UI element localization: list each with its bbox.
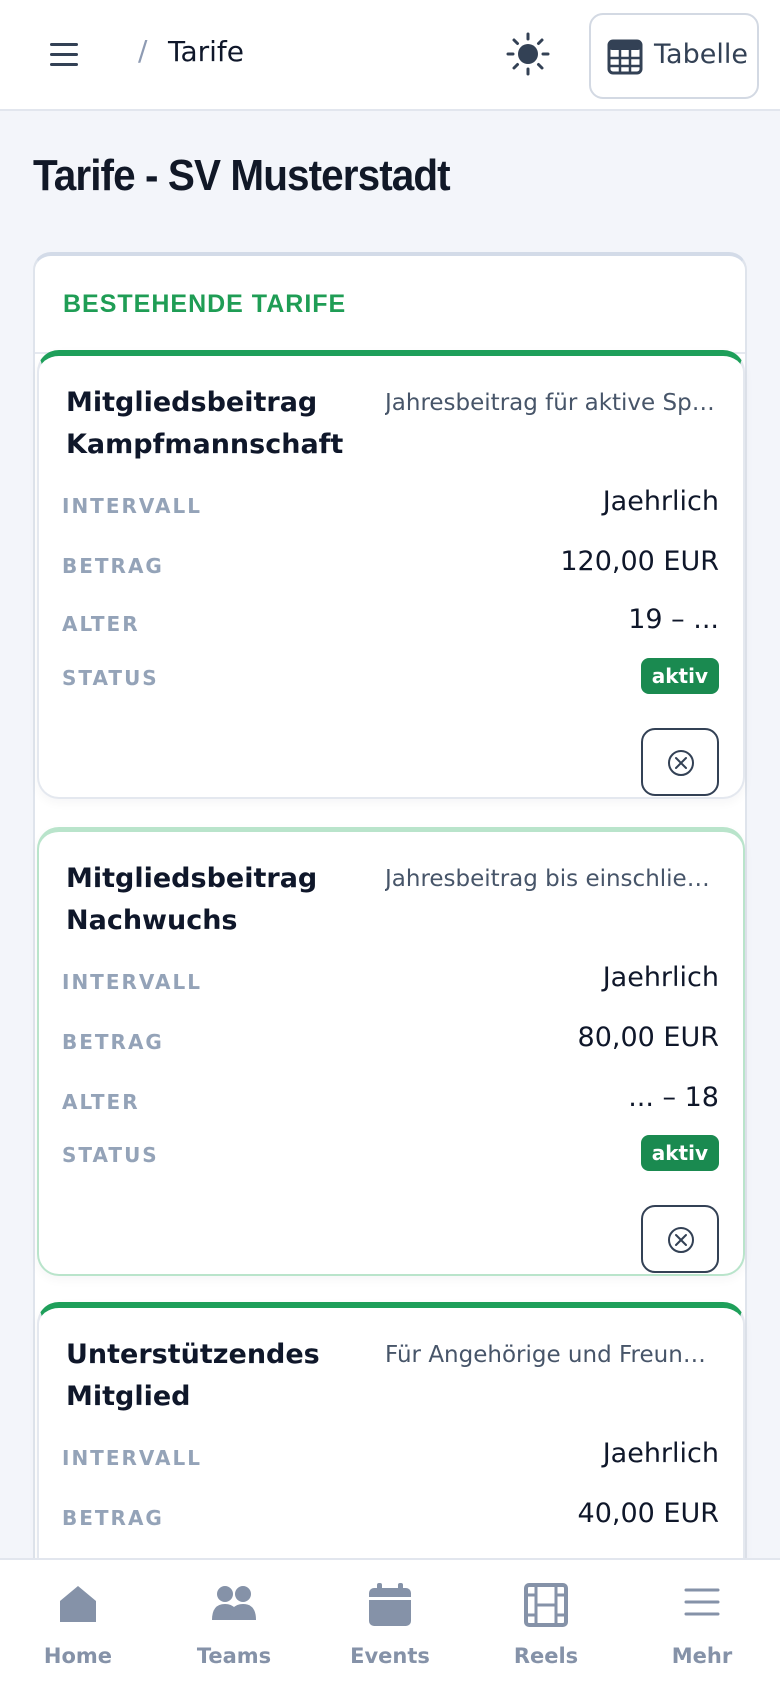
close-circle-icon bbox=[668, 750, 694, 776]
deactivate-tariff-button[interactable] bbox=[641, 1205, 719, 1273]
close-circle-icon bbox=[668, 1227, 694, 1253]
page-title: Tarife - SV Musterstadt bbox=[33, 151, 451, 200]
nav-teams-label: Teams bbox=[196, 1644, 272, 1668]
nav-events-label: Events bbox=[350, 1644, 430, 1668]
nav-events[interactable]: Events bbox=[312, 1560, 468, 1688]
interval-value: Jaehrlich bbox=[602, 1438, 719, 1469]
amount-value: 80,00 EUR bbox=[577, 1022, 719, 1053]
nav-teams[interactable]: Teams bbox=[156, 1560, 312, 1688]
menu-icon bbox=[684, 1588, 720, 1616]
age-value: 19 – ... bbox=[628, 604, 719, 635]
nav-home[interactable]: Home bbox=[0, 1560, 156, 1688]
nav-more[interactable]: Mehr bbox=[624, 1560, 780, 1688]
calendar-icon bbox=[369, 1583, 411, 1626]
nav-more-label: Mehr bbox=[671, 1644, 733, 1668]
menu-icon-line bbox=[50, 43, 78, 46]
tariff-description: Jahresbeitrag für aktive Spi... bbox=[385, 390, 715, 416]
nav-home-label: Home bbox=[43, 1644, 113, 1668]
interval-label: INTERVALL bbox=[62, 970, 202, 994]
status-label: STATUS bbox=[62, 666, 159, 690]
sun-icon bbox=[506, 32, 550, 76]
table-view-label: Tabelle bbox=[654, 39, 748, 70]
amount-label: BETRAG bbox=[62, 554, 164, 578]
section-title: BESTEHENDE TARIFE bbox=[63, 290, 347, 318]
age-label: ALTER bbox=[62, 612, 140, 636]
status-badge: aktiv bbox=[640, 658, 719, 694]
tariff-description: Für Angehörige und Freunde d... bbox=[385, 1342, 715, 1368]
tariff-name: Mitgliedsbeitrag Nachwuchs bbox=[66, 863, 318, 936]
menu-icon-line bbox=[50, 53, 78, 56]
age-value: ... – 18 bbox=[628, 1082, 719, 1113]
bottom-navigation: Home Teams Events Reels Mehr bbox=[0, 1558, 780, 1688]
tariff-card: Mitgliedsbeitrag Kampfmannschaft Jahresb… bbox=[37, 350, 745, 799]
home-icon bbox=[60, 1586, 96, 1622]
deactivate-tariff-button[interactable] bbox=[641, 728, 719, 796]
hamburger-menu-button[interactable] bbox=[44, 38, 84, 70]
menu-icon-line bbox=[50, 63, 78, 66]
amount-value: 120,00 EUR bbox=[560, 546, 719, 577]
top-bar: / Tarife Tabelle bbox=[0, 0, 780, 111]
interval-value: Jaehrlich bbox=[602, 962, 719, 993]
breadcrumb-current: Tarife bbox=[168, 35, 245, 68]
interval-label: INTERVALL bbox=[62, 1446, 202, 1470]
theme-toggle-button[interactable] bbox=[506, 32, 550, 76]
users-icon bbox=[212, 1586, 256, 1620]
tariff-card: Mitgliedsbeitrag Nachwuchs Jahresbeitrag… bbox=[37, 827, 745, 1276]
interval-label: INTERVALL bbox=[62, 494, 202, 518]
table-icon bbox=[607, 39, 643, 75]
film-icon bbox=[524, 1583, 568, 1627]
nav-reels-label: Reels bbox=[513, 1644, 579, 1668]
age-label: ALTER bbox=[62, 1090, 140, 1114]
amount-label: BETRAG bbox=[62, 1506, 164, 1530]
tariff-name: Unterstützendes Mitglied bbox=[66, 1339, 320, 1412]
amount-label: BETRAG bbox=[62, 1030, 164, 1054]
status-badge: aktiv bbox=[640, 1135, 719, 1171]
nav-reels[interactable]: Reels bbox=[468, 1560, 624, 1688]
tariff-name: Mitgliedsbeitrag Kampfmannschaft bbox=[66, 387, 344, 460]
breadcrumb-separator: / bbox=[138, 34, 148, 67]
interval-value: Jaehrlich bbox=[602, 486, 719, 517]
status-label: STATUS bbox=[62, 1143, 159, 1167]
amount-value: 40,00 EUR bbox=[577, 1498, 719, 1529]
existing-tariffs-section: BESTEHENDE TARIFE Mitgliedsbeitrag Kampf… bbox=[33, 252, 747, 1688]
tariff-description: Jahresbeitrag bis einschließli... bbox=[385, 866, 715, 892]
table-view-button[interactable]: Tabelle bbox=[589, 13, 759, 99]
